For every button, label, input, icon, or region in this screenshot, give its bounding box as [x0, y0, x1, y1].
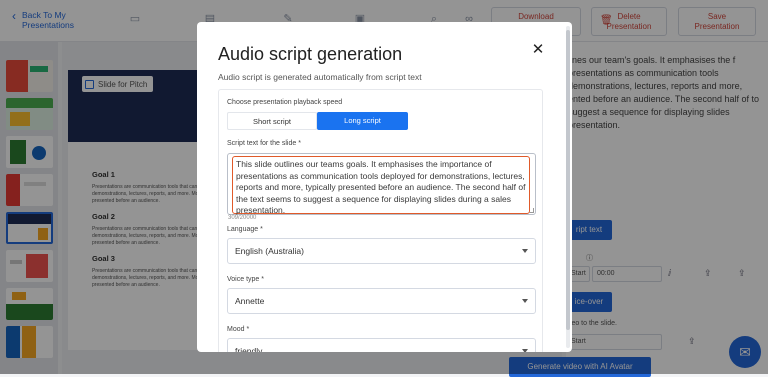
language-select[interactable]: English (Australia)	[227, 238, 536, 264]
character-counter: 309/20000	[228, 215, 257, 221]
mood-label: Mood *	[227, 326, 250, 333]
language-label: Language *	[227, 226, 263, 233]
script-text-label: Script text for the slide *	[227, 140, 301, 147]
playback-speed-toggle: Short script Long script	[227, 112, 408, 130]
script-settings-card: Choose presentation playback speed Short…	[218, 89, 543, 352]
modal-scrollbar[interactable]	[566, 26, 570, 348]
script-text-value: This slide outlines our teams goals. It …	[232, 156, 530, 215]
script-text-area[interactable]: This slide outlines our teams goals. It …	[227, 153, 536, 215]
voice-type-value: Annette	[235, 296, 265, 306]
voice-type-select[interactable]: Annette	[227, 288, 536, 314]
audio-script-modal: Audio script generation ✕ Audio script i…	[197, 22, 572, 352]
language-value: English (Australia)	[235, 246, 304, 256]
voice-type-label: Voice type *	[227, 276, 264, 283]
mood-value: friendly	[235, 346, 263, 352]
scrollbar-thumb[interactable]	[566, 30, 570, 330]
long-script-option[interactable]: Long script	[317, 112, 408, 130]
short-script-option[interactable]: Short script	[227, 112, 317, 130]
close-icon[interactable]: ✕	[530, 42, 546, 58]
mood-select[interactable]: friendly	[227, 338, 536, 352]
caret-down-icon	[522, 349, 528, 352]
modal-subtitle: Audio script is generated automatically …	[218, 72, 422, 82]
caret-down-icon	[522, 299, 528, 303]
caret-down-icon	[522, 249, 528, 253]
modal-title: Audio script generation	[218, 44, 403, 64]
playback-speed-label: Choose presentation playback speed	[227, 99, 343, 106]
resize-handle-icon[interactable]	[529, 208, 534, 213]
